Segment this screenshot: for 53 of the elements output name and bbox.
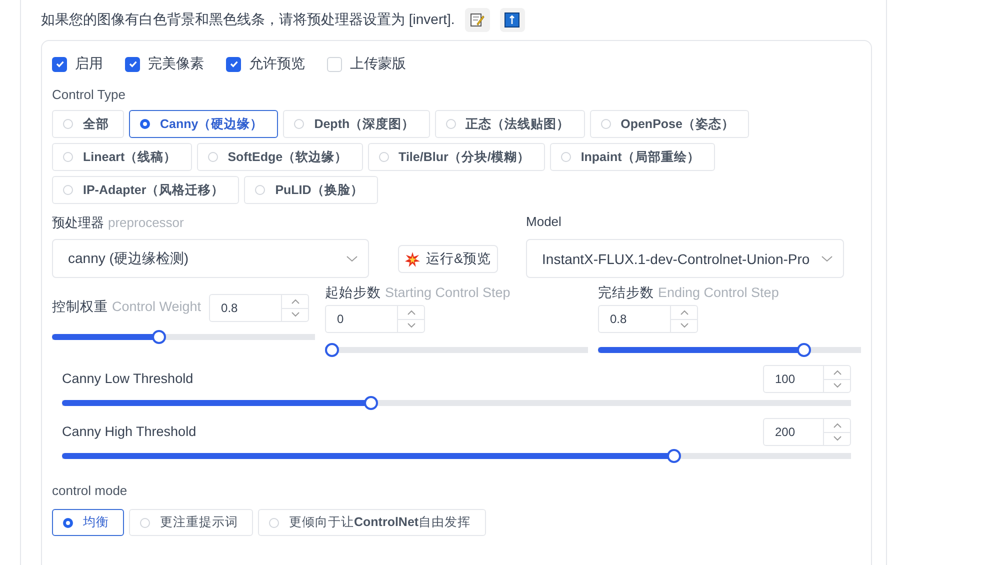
checkbox[interactable] [125,56,140,72]
slider-thumb[interactable] [797,343,812,357]
field-sublabel: preprocessor [108,215,184,230]
field-label: 完结步数 [598,284,654,302]
upload-button[interactable] [500,8,525,32]
model-dropdown[interactable]: InstantX-FLUX.1-dev-Controlnet-Union-Pro [526,239,844,278]
preprocessor-dropdown[interactable]: canny (硬边缘检测) [52,239,369,278]
radio-option[interactable]: Inpaint（局部重绘） [550,143,715,171]
radio-option[interactable]: Canny（硬边缘） [129,110,278,138]
chevron-down-icon [346,254,358,262]
field-sublabel: Control Weight [112,299,202,314]
check-icon [54,59,64,69]
checkbox-label: 完美像素 [148,55,204,73]
slider-thumb[interactable] [666,449,680,463]
checkbox-label: 上传蒙版 [350,55,406,73]
arrow-up-icon [504,12,520,28]
section-label: control mode [52,483,128,498]
run-preview-button[interactable]: 运行&预览 [398,245,498,273]
slider-label: Canny Low Threshold [62,371,194,386]
radio-option[interactable]: 更注重提示词 [129,509,253,536]
radio-option[interactable]: SoftEdge（软边缘） [196,143,363,171]
radio-option[interactable]: Lineart（线稿） [52,143,192,171]
slider-thumb[interactable] [152,330,166,344]
field-label: 起始步数 [325,284,381,302]
burst-icon [405,252,420,266]
radio-option[interactable]: 全部 [52,110,124,138]
slider-label: Canny High Threshold [62,424,196,439]
radio-option[interactable]: 更倾向于让ControlNet自由发挥 [258,509,486,536]
checkbox-label: 允许预览 [249,55,305,73]
radio-option[interactable]: Depth（深度图） [283,110,430,138]
memo-icon [469,12,486,28]
radio-option[interactable]: OpenPose（姿态） [590,110,750,138]
field-sublabel: Starting Control Step [385,285,510,300]
field-label: 控制权重 [52,298,108,316]
radio-option[interactable]: 均衡 [52,509,124,536]
slider-thumb[interactable] [325,343,339,357]
checkbox[interactable] [52,56,67,72]
checkbox-label: 启用 [75,55,103,73]
check-icon [228,59,238,69]
radio-option[interactable]: 正态（法线贴图） [434,110,585,138]
chevron-down-icon [821,254,834,262]
memo-button[interactable] [464,8,490,32]
field-label: Model [526,214,562,229]
checkbox[interactable] [226,56,241,72]
radio-option[interactable]: IP-Adapter（风格迁移） [52,176,240,204]
radio-option[interactable]: Tile/Blur（分块/模糊） [368,143,545,171]
radio-option[interactable]: PuLID（换脸） [244,176,378,204]
field-label: 预处理器 [52,214,104,232]
check-icon [128,59,138,69]
field-sublabel: Ending Control Step [658,285,779,300]
slider-thumb[interactable] [364,396,378,410]
section-label: Control Type [52,87,126,102]
hint-text: 如果您的图像有白色背景和黑色线条，请将预处理器设置为 [invert]. [41,11,455,29]
